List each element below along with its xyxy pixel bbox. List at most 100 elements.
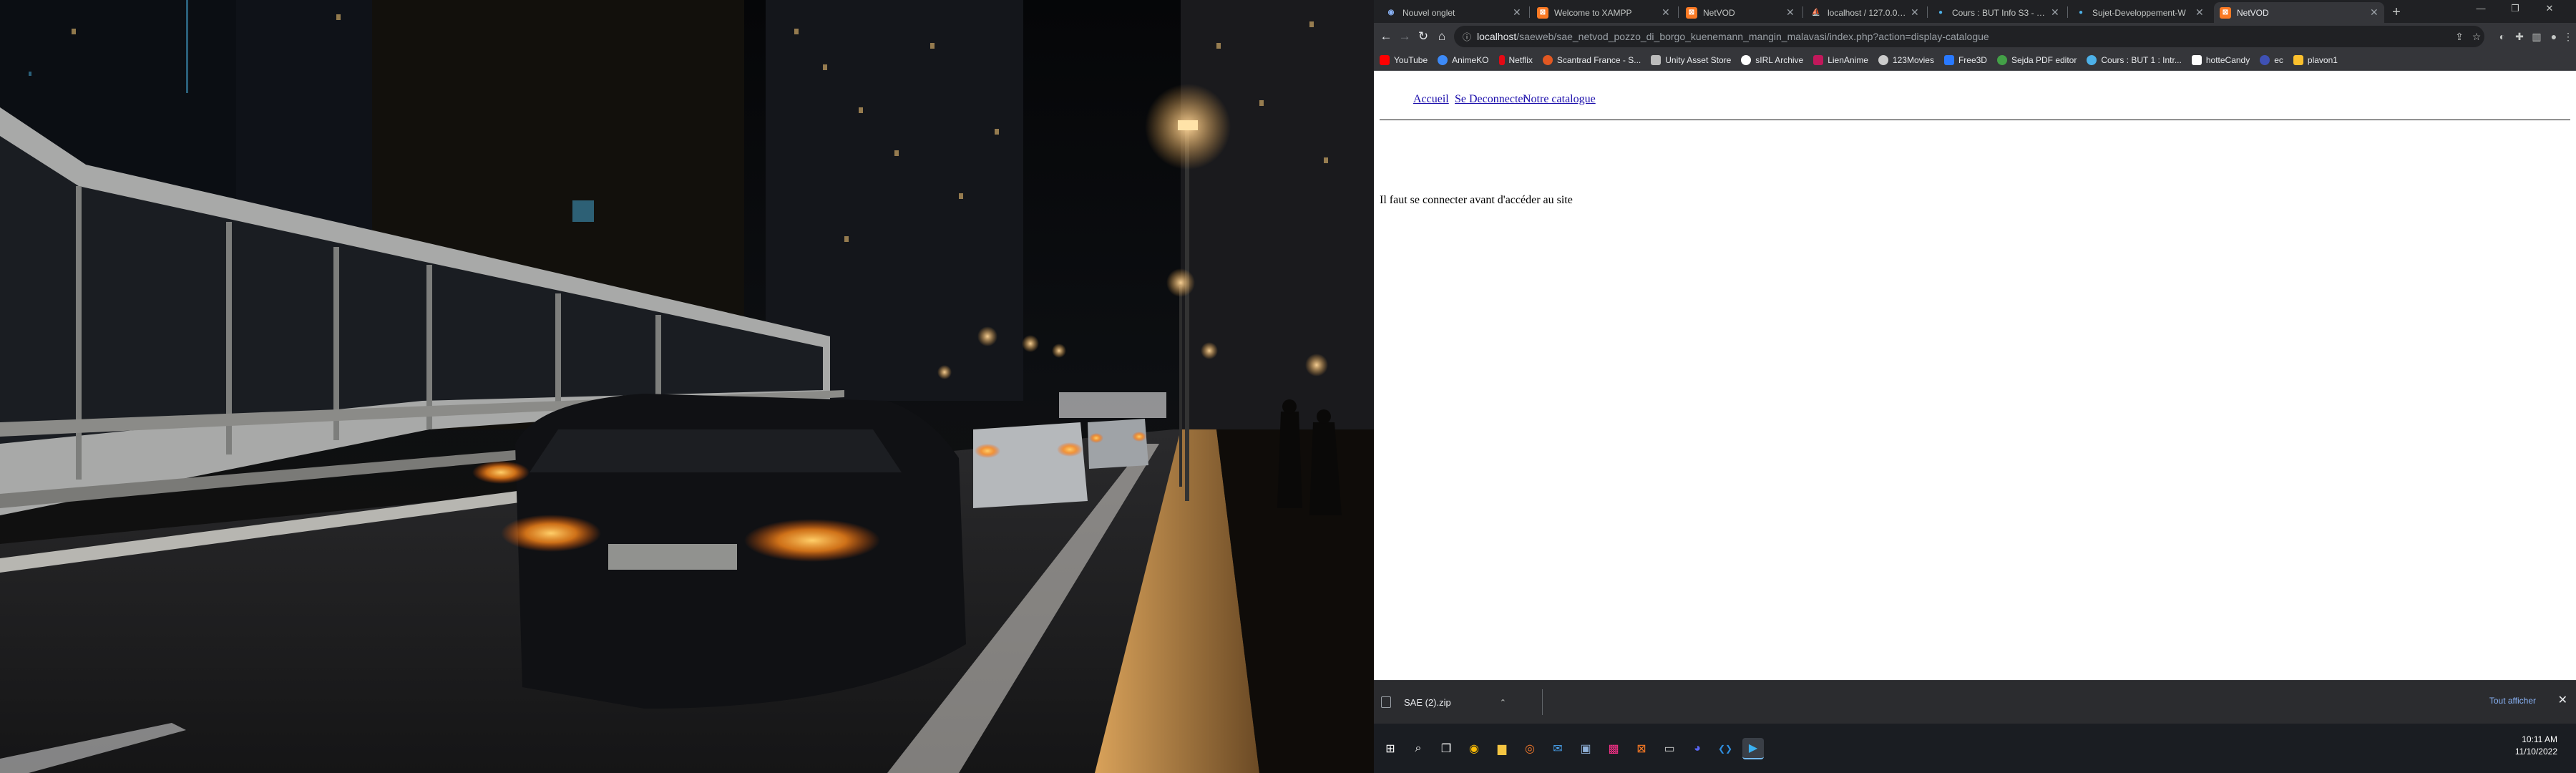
netflix-icon	[1498, 55, 1505, 65]
sirl-icon	[1741, 55, 1752, 65]
free3d-icon	[1943, 55, 1954, 65]
clock-date: 11/10/2022	[2514, 747, 2557, 757]
night-street-wallpaper-image	[0, 0, 1374, 773]
media-icon[interactable]: ▶	[1742, 738, 1764, 759]
home-icon[interactable]: ⌂	[1434, 29, 1450, 45]
nav-link-se-deconnecter[interactable]: Se Deconnecter	[1455, 93, 1527, 106]
download-item[interactable]: SAE (2).zip ⌃	[1381, 688, 1506, 716]
animeko-icon	[1438, 55, 1448, 65]
unity-icon	[1651, 55, 1662, 65]
system-clock[interactable]: 10:11 AM 11/10/2022	[2515, 734, 2557, 758]
maximize-window-button[interactable]: ❐	[2499, 3, 2532, 14]
close-downloads-icon[interactable]: ✕	[2558, 693, 2567, 707]
folder-icon	[2191, 55, 2202, 65]
profile-avatar-icon[interactable]: ●	[2547, 30, 2560, 43]
tab-title: Nouvel onglet	[1402, 7, 1455, 18]
side-panel-icon[interactable]: ▥	[2530, 30, 2543, 43]
menu-dots-icon[interactable]: ⋮	[2562, 30, 2575, 43]
tab-welcome-xampp[interactable]: ⊠ Welcome to XAMPP ✕	[1531, 2, 1676, 23]
mail-icon[interactable]: ✉	[1547, 738, 1568, 759]
bookmark-hottecandy[interactable]: hotteCandy	[2191, 55, 2250, 65]
bookmark-animeko[interactable]: AnimeKO	[1438, 55, 1489, 65]
tab-separator	[1802, 6, 1803, 18]
search-icon[interactable]: ⌕	[1407, 738, 1429, 759]
tab-cours-but[interactable]: ● Cours : BUT Info S3 - SAE ✕	[1929, 2, 2065, 23]
tab-title: Sujet-Developpement-W	[2092, 7, 2186, 18]
close-tab-icon[interactable]: ✕	[1513, 6, 1521, 19]
site-info-icon[interactable]: ⓘ	[1463, 31, 1471, 43]
nav-link-accueil[interactable]: Accueil	[1413, 93, 1449, 106]
download-divider	[1542, 689, 1543, 715]
close-tab-icon[interactable]: ✕	[1662, 6, 1670, 19]
share-icon[interactable]: ⇪	[2453, 30, 2466, 43]
dual-monitor-screen: ◉ Nouvel onglet ✕ ⊠ Welcome to XAMPP ✕ ⊠…	[0, 0, 2576, 773]
close-tab-icon[interactable]: ✕	[2195, 6, 2204, 19]
bookmark-netflix[interactable]: Netflix	[1498, 55, 1533, 65]
close-tab-icon[interactable]: ✕	[2370, 6, 2379, 19]
xampp-favicon-icon: ⊠	[2220, 6, 2231, 19]
address-bar[interactable]: ⓘ localhost /saeweb/sae_netvod_pozzo_di_…	[1454, 26, 2484, 47]
close-tab-icon[interactable]: ✕	[1786, 6, 1795, 19]
web-page-content: Accueil Se Deconnecter Notre catalogue I…	[1374, 72, 2576, 676]
tab-favicon-icon: ◉	[1387, 9, 1395, 16]
tab-nouvel-onglet[interactable]: ◉ Nouvel onglet ✕	[1380, 2, 1527, 23]
vscode-icon[interactable]: ❮❯	[1714, 738, 1736, 759]
blender-icon[interactable]: ◎	[1519, 738, 1541, 759]
bookmark-scantrad[interactable]: Scantrad France - S...	[1542, 55, 1641, 65]
xampp-icon[interactable]: ⊠	[1631, 738, 1652, 759]
bookmark-plavon1[interactable]: plavon1	[2293, 55, 2338, 65]
tab-netvod[interactable]: ⊠ NetVOD ✕	[1680, 2, 1800, 23]
tab-title: NetVOD	[2237, 7, 2269, 18]
app-icon[interactable]: ▣	[1575, 738, 1596, 759]
chevron-up-icon[interactable]: ⌃	[1500, 698, 1506, 707]
extension-icon[interactable]: ◐	[2496, 30, 2509, 43]
youtube-icon	[1380, 55, 1390, 65]
xampp-favicon-icon: ⊠	[1686, 6, 1697, 19]
bookmark-cours-but1[interactable]: Cours : BUT 1 : Intr...	[2087, 55, 2182, 65]
extensions-puzzle-icon[interactable]: ✚	[2513, 30, 2526, 43]
file-explorer-icon[interactable]: ▆	[1491, 738, 1513, 759]
bookmark-unity-asset-store[interactable]: Unity Asset Store	[1651, 55, 1731, 65]
nav-link-notre-catalogue[interactable]: Notre catalogue	[1523, 93, 1596, 106]
moodle-favicon-icon: ●	[2078, 9, 2084, 16]
bookmark-sirl-archive[interactable]: sIRL Archive	[1741, 55, 1803, 65]
bookmark-lienanime[interactable]: LienAnime	[1813, 55, 1868, 65]
new-tab-button[interactable]: +	[2389, 4, 2404, 20]
windows-start-icon[interactable]: ⊞	[1380, 738, 1401, 759]
site-navigation: Accueil Se Deconnecter Notre catalogue	[1380, 84, 2570, 120]
tab-title: Cours : BUT Info S3 - SAE	[1952, 7, 2046, 18]
tab-separator	[1927, 6, 1928, 18]
discord-icon[interactable]: ◕	[1687, 738, 1708, 759]
bookmark-free3d[interactable]: Free3D	[1943, 55, 1987, 65]
minimize-window-button[interactable]: —	[2464, 3, 2497, 14]
show-all-downloads-link[interactable]: Tout afficher	[2489, 696, 2536, 706]
phpmyadmin-favicon-icon: ⛵	[1811, 9, 1821, 16]
moodle-favicon-icon: ●	[1938, 9, 1943, 16]
bookmark-star-icon[interactable]: ☆	[2470, 30, 2483, 43]
movies-icon	[1878, 55, 1888, 65]
downloads-bar: SAE (2).zip ⌃ Tout afficher ✕	[1374, 680, 2576, 724]
intellij-icon[interactable]: ▩	[1603, 738, 1624, 759]
close-window-button[interactable]: ✕	[2533, 3, 2566, 14]
close-tab-icon[interactable]: ✕	[2051, 6, 2059, 19]
reload-icon[interactable]: ↻	[1415, 29, 1431, 45]
bookmark-youtube[interactable]: YouTube	[1380, 55, 1428, 65]
forward-arrow-icon[interactable]: →	[1397, 29, 1413, 45]
task-view-icon[interactable]: ❐	[1435, 738, 1457, 759]
chrome-icon[interactable]: ◉	[1463, 738, 1485, 759]
bookmark-ec[interactable]: ec	[2260, 55, 2283, 65]
close-tab-icon[interactable]: ✕	[1911, 6, 1919, 19]
clock-time: 10:11 AM	[2522, 734, 2557, 744]
bookmark-123movies[interactable]: 123Movies	[1878, 55, 1934, 65]
tab-phpmyadmin[interactable]: ⛵ localhost / 127.0.0.1 / net ✕	[1805, 2, 1925, 23]
tab-sujet-developpement[interactable]: ● Sujet-Developpement-W ✕	[2069, 2, 2210, 23]
tab-title: localhost / 127.0.0.1 / net	[1828, 7, 1906, 18]
tab-netvod-active[interactable]: ⊠ NetVOD ✕	[2214, 2, 2384, 23]
terminal-icon[interactable]: ▭	[1659, 738, 1680, 759]
file-icon	[1381, 696, 1391, 708]
url-host: localhost	[1477, 31, 1517, 42]
back-arrow-icon[interactable]: ←	[1378, 29, 1394, 45]
bookmark-sejda[interactable]: Sejda PDF editor	[1996, 55, 2077, 65]
tab-separator	[2067, 6, 2068, 18]
sejda-icon	[1996, 55, 2007, 65]
